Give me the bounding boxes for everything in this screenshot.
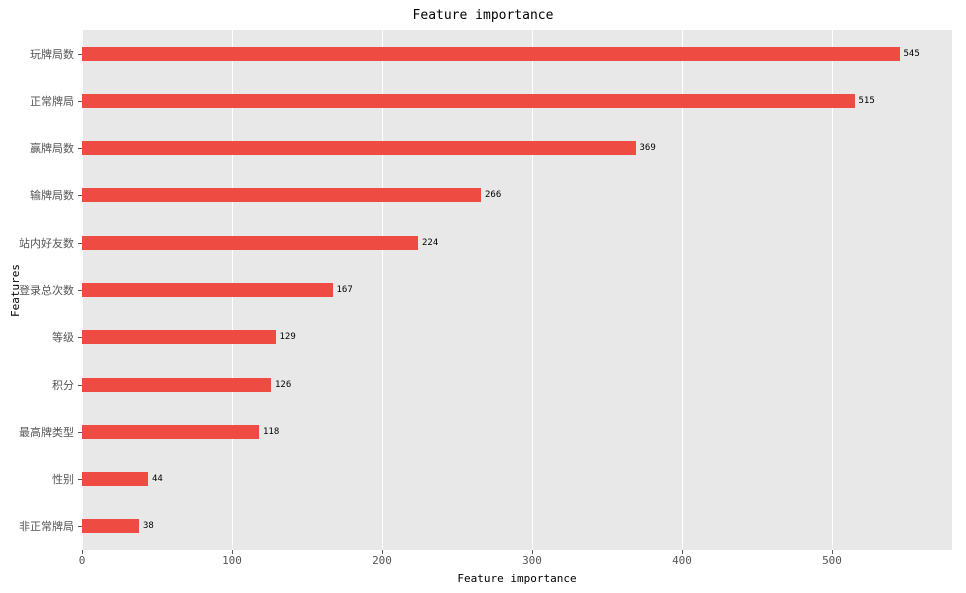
ytick-label: 登录总次数: [19, 282, 74, 298]
bar: [82, 330, 276, 344]
x-axis-label: Feature importance: [82, 572, 952, 585]
xtick-label: 400: [672, 554, 692, 567]
bar: [82, 47, 900, 61]
bar-value-label: 224: [422, 238, 438, 248]
bar-value-label: 44: [152, 474, 163, 484]
ytick-label: 积分: [52, 377, 74, 393]
ytick-label: 等级: [52, 329, 74, 345]
bar: [82, 188, 481, 202]
plot-area: 545 515 369 266 224 167 129 126 118 44 38: [82, 30, 952, 550]
ytick-mark: [78, 54, 82, 55]
chart-title: Feature importance: [0, 8, 966, 23]
bar-value-label: 369: [640, 143, 656, 153]
bar: [82, 519, 139, 533]
bar-value-label: 515: [859, 96, 875, 106]
bar-value-label: 167: [337, 285, 353, 295]
ytick-mark: [78, 101, 82, 102]
bar: [82, 141, 636, 155]
ytick-label: 最高牌类型: [19, 424, 74, 440]
gridline: [832, 30, 833, 550]
xtick-label: 0: [79, 554, 86, 567]
ytick-label: 性别: [52, 471, 74, 487]
bar: [82, 283, 333, 297]
ytick-label: 玩牌局数: [30, 46, 74, 62]
gridline: [682, 30, 683, 550]
ytick-mark: [78, 290, 82, 291]
xtick-label: 100: [222, 554, 242, 567]
ytick-mark: [78, 479, 82, 480]
ytick-mark: [78, 526, 82, 527]
bar-value-label: 38: [143, 521, 154, 531]
bar-value-label: 545: [904, 49, 920, 59]
bar: [82, 425, 259, 439]
ytick-label: 非正常牌局: [19, 518, 74, 534]
ytick-label: 赢牌局数: [30, 140, 74, 156]
ytick-label: 站内好友数: [19, 235, 74, 251]
bar-value-label: 129: [280, 332, 296, 342]
bar: [82, 236, 418, 250]
bar: [82, 472, 148, 486]
xtick-label: 500: [822, 554, 842, 567]
ytick-mark: [78, 148, 82, 149]
ytick-mark: [78, 432, 82, 433]
xtick-label: 300: [522, 554, 542, 567]
bar-value-label: 118: [263, 427, 279, 437]
gridline: [382, 30, 383, 550]
bar-value-label: 266: [485, 190, 501, 200]
ytick-mark: [78, 385, 82, 386]
bar-value-label: 126: [275, 380, 291, 390]
ytick-label: 输牌局数: [30, 187, 74, 203]
gridline: [532, 30, 533, 550]
bar: [82, 94, 855, 108]
bar: [82, 378, 271, 392]
xtick-label: 200: [372, 554, 392, 567]
ytick-label: 正常牌局: [30, 93, 74, 109]
ytick-mark: [78, 243, 82, 244]
ytick-mark: [78, 195, 82, 196]
ytick-mark: [78, 337, 82, 338]
